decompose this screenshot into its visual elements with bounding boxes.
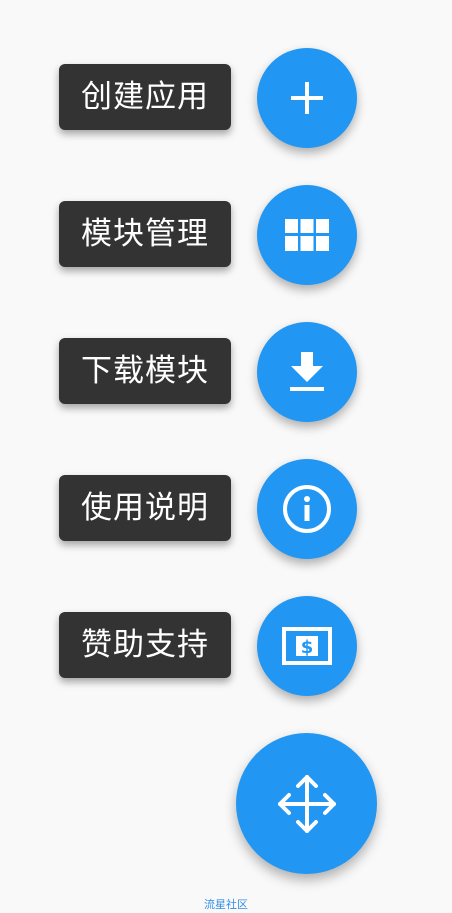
watermark-text: 流星社区 bbox=[204, 898, 248, 911]
module-manage-button[interactable] bbox=[257, 185, 357, 285]
move-arrows-icon bbox=[277, 774, 336, 833]
grid-icon bbox=[285, 219, 329, 251]
download-module-label[interactable]: 下载模块 bbox=[59, 338, 231, 404]
sponsor-button[interactable]: $ bbox=[257, 596, 357, 696]
download-module-button[interactable] bbox=[257, 322, 357, 422]
fab-row-usage-guide: 使用说明 bbox=[0, 457, 452, 561]
fab-row-module-manage: 模块管理 bbox=[0, 183, 452, 287]
download-icon bbox=[290, 352, 324, 391]
main-move-fab[interactable] bbox=[236, 733, 377, 874]
dollar-bill-icon: $ bbox=[282, 627, 332, 665]
info-icon bbox=[283, 485, 331, 533]
sponsor-label[interactable]: 赞助支持 bbox=[59, 612, 231, 678]
svg-text:$: $ bbox=[301, 637, 314, 658]
create-app-button[interactable] bbox=[257, 48, 357, 148]
fab-row-download-module: 下载模块 bbox=[0, 320, 452, 424]
usage-guide-label[interactable]: 使用说明 bbox=[59, 475, 231, 541]
module-manage-label[interactable]: 模块管理 bbox=[59, 201, 231, 267]
fab-row-create-app: 创建应用 bbox=[0, 46, 452, 150]
fab-row-sponsor: 赞助支持 $ bbox=[0, 594, 452, 698]
plus-icon bbox=[291, 82, 323, 114]
usage-guide-button[interactable] bbox=[257, 459, 357, 559]
create-app-label[interactable]: 创建应用 bbox=[59, 64, 231, 130]
